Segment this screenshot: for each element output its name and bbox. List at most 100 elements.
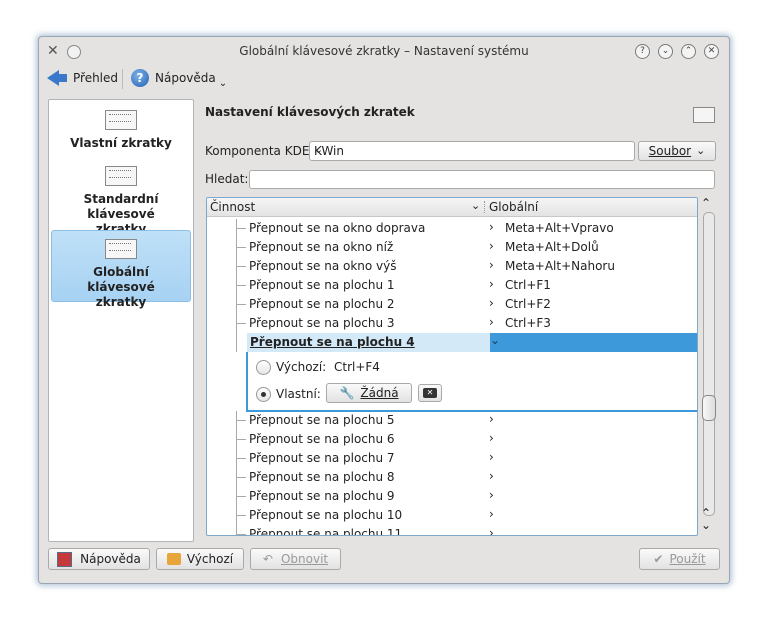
table-row[interactable]: Přepnout se na plochu 8 › bbox=[207, 468, 697, 487]
table-row[interactable]: Přepnout se na plochu 2 › Ctrl+F2 bbox=[207, 295, 697, 314]
table-row[interactable]: Přepnout se na okno doprava › Meta+Alt+V… bbox=[207, 219, 697, 238]
expand-arrow-icon[interactable]: › bbox=[489, 412, 494, 426]
expand-arrow-icon[interactable]: › bbox=[489, 526, 494, 535]
custom-shortcut-button[interactable]: 🔧 Žádná bbox=[326, 383, 412, 403]
help-label: Nápověda bbox=[155, 71, 216, 85]
scrollbar-track[interactable] bbox=[703, 212, 715, 516]
tree-line bbox=[237, 420, 246, 421]
component-label: Komponenta KDE: bbox=[205, 144, 314, 158]
table-row[interactable]: Přepnout se na plochu 11 › bbox=[207, 525, 697, 535]
expand-arrow-icon[interactable]: › bbox=[489, 239, 494, 253]
table-row[interactable]: Přepnout se na plochu 7 › bbox=[207, 449, 697, 468]
row-action-name: Přepnout se na okno výš bbox=[249, 259, 397, 273]
shortcut-editor: Výchozí: Ctrl+F4 Vlastní: 🔧 Žádná ✕ bbox=[246, 352, 697, 412]
row-action-name: Přepnout se na plochu 8 bbox=[249, 470, 395, 484]
row-action-name: Přepnout se na plochu 7 bbox=[249, 451, 395, 465]
row-action-name: Přepnout se na okno níž bbox=[249, 240, 394, 254]
collapse-chevron-icon[interactable]: ⌄ bbox=[490, 333, 500, 347]
chevron-down-icon: ⌄ bbox=[696, 144, 706, 157]
tree-line bbox=[237, 266, 246, 267]
page-title: Nastavení klávesových zkratek bbox=[205, 105, 415, 119]
reset-button-label: Obnovit bbox=[280, 552, 329, 566]
expand-arrow-icon[interactable]: › bbox=[489, 296, 494, 310]
help-question-icon[interactable]: ? bbox=[635, 44, 650, 59]
overview-button[interactable]: Přehled bbox=[47, 67, 118, 89]
search-input[interactable] bbox=[249, 170, 715, 189]
expand-arrow-icon[interactable]: › bbox=[489, 258, 494, 272]
close-button[interactable]: ✕ bbox=[704, 44, 719, 59]
expand-arrow-icon[interactable]: › bbox=[489, 488, 494, 502]
expand-arrow-icon[interactable]: › bbox=[489, 277, 494, 291]
row-action-name: Přepnout se na okno doprava bbox=[249, 221, 426, 235]
selected-row-name: Přepnout se na plochu 4 bbox=[250, 335, 415, 349]
table-row[interactable]: Přepnout se na plochu 10 › bbox=[207, 506, 697, 525]
table-row[interactable]: Přepnout se na plochu 5 › bbox=[207, 411, 697, 430]
column-action-header[interactable]: Činnost bbox=[210, 200, 255, 214]
row-action-name: Přepnout se na plochu 9 bbox=[249, 489, 395, 503]
row-shortcut: Ctrl+F2 bbox=[505, 297, 551, 311]
sidebar-item-label: Globální klávesové zkratky bbox=[87, 265, 155, 309]
tree-line bbox=[237, 496, 246, 497]
minimize-button[interactable]: ⌄ bbox=[658, 44, 673, 59]
apply-button[interactable]: ✔ Použít bbox=[639, 548, 720, 570]
title-bar[interactable]: ✕ Globální klávesové zkratky – Nastavení… bbox=[39, 37, 729, 65]
keyboard-icon bbox=[105, 110, 137, 130]
table-row[interactable]: Přepnout se na plochu 1 › Ctrl+F1 bbox=[207, 276, 697, 295]
table-row[interactable]: Přepnout se na okno výš › Meta+Alt+Nahor… bbox=[207, 257, 697, 276]
expand-arrow-icon[interactable]: › bbox=[489, 507, 494, 521]
sidebar-item-custom-shortcuts[interactable]: Vlastní zkratky bbox=[49, 110, 193, 172]
chevron-down-icon: ⌄ bbox=[218, 77, 228, 89]
expand-arrow-icon[interactable]: › bbox=[489, 469, 494, 483]
file-button[interactable]: Soubor ⌄ bbox=[638, 141, 716, 161]
component-select[interactable]: KWin ⌄ bbox=[309, 141, 635, 161]
column-global-header[interactable]: Globální bbox=[489, 200, 538, 214]
row-action-name: Přepnout se na plochu 5 bbox=[249, 413, 395, 427]
custom-radio[interactable] bbox=[256, 387, 271, 402]
sidebar: Vlastní zkratky Standardní klávesové zkr… bbox=[48, 99, 194, 542]
scroll-down-icon[interactable]: ⌄ bbox=[701, 518, 711, 532]
row-action-name: Přepnout se na plochu 6 bbox=[249, 432, 395, 446]
table-row[interactable]: Přepnout se na plochu 6 › bbox=[207, 430, 697, 449]
default-radio[interactable] bbox=[256, 360, 271, 375]
window-title: Globální klávesové zkratky – Nastavení s… bbox=[239, 44, 529, 58]
defaults-button[interactable]: Výchozí bbox=[156, 548, 244, 570]
backspace-clear-icon: ✕ bbox=[423, 388, 437, 398]
expand-arrow-icon[interactable]: › bbox=[489, 431, 494, 445]
keyboard-icon bbox=[693, 107, 715, 123]
expand-arrow-icon[interactable]: › bbox=[489, 220, 494, 234]
shortcuts-tree[interactable]: Činnost ⌄ Globální Přepnout se na okno d… bbox=[206, 197, 698, 536]
expand-arrow-icon[interactable]: › bbox=[489, 450, 494, 464]
tree-scrollbar[interactable]: ⌃ ⌃ ⌄ bbox=[698, 196, 716, 533]
keyboard-icon bbox=[105, 239, 137, 259]
help-menu-button[interactable]: ? Nápověda ⌄ bbox=[131, 67, 227, 89]
row-action-name: Přepnout se na plochu 3 bbox=[249, 316, 395, 330]
custom-label: Vlastní: bbox=[276, 387, 321, 401]
maximize-button[interactable]: ⌃ bbox=[681, 44, 696, 59]
apply-button-label: Použít bbox=[669, 552, 706, 566]
clear-shortcut-button[interactable]: ✕ bbox=[418, 384, 442, 402]
scroll-up-icon[interactable]: ⌃ bbox=[701, 196, 711, 210]
tree-line bbox=[236, 333, 237, 352]
table-row[interactable]: Přepnout se na plochu 3 › Ctrl+F3 bbox=[207, 314, 697, 333]
sidebar-item-global-shortcuts[interactable]: Globální klávesové zkratky bbox=[51, 230, 191, 309]
checkmark-icon: ✔ bbox=[653, 552, 664, 566]
expand-arrow-icon[interactable]: › bbox=[489, 315, 494, 329]
row-shortcut: Ctrl+F3 bbox=[505, 316, 551, 330]
back-arrow-tail bbox=[59, 74, 67, 82]
help-button[interactable]: Nápověda bbox=[48, 548, 150, 570]
sidebar-item-label: Vlastní zkratky bbox=[70, 136, 172, 150]
sidebar-item-standard-shortcuts[interactable]: Standardní klávesové zkratky bbox=[49, 166, 193, 236]
scrollbar-thumb[interactable] bbox=[702, 395, 716, 421]
table-row[interactable]: Přepnout se na okno níž › Meta+Alt+Dolů bbox=[207, 238, 697, 257]
help-button-label: Nápověda bbox=[80, 552, 141, 566]
table-row[interactable]: Přepnout se na plochu 9 › bbox=[207, 487, 697, 506]
row-action-name: Přepnout se na plochu 1 bbox=[249, 278, 395, 292]
row-shortcut: Meta+Alt+Vpravo bbox=[505, 221, 614, 235]
toolbar-separator bbox=[122, 69, 123, 89]
overview-label: Přehled bbox=[73, 71, 119, 85]
custom-shortcut-label: Žádná bbox=[360, 386, 399, 400]
sort-chevron-icon: ⌄ bbox=[471, 199, 481, 212]
reset-button[interactable]: ↶ Obnovit bbox=[250, 548, 341, 570]
tree-line bbox=[237, 323, 246, 324]
row-action-name: Přepnout se na plochu 2 bbox=[249, 297, 395, 311]
